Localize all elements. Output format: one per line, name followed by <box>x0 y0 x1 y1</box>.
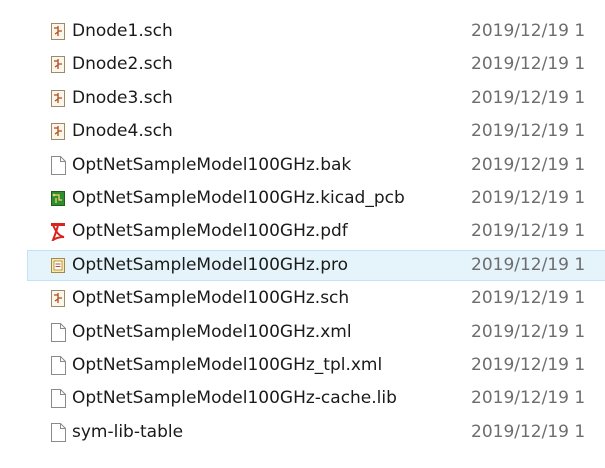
blank-file-icon <box>50 355 66 375</box>
file-name: OptNetSampleModel100GHz.kicad_pcb <box>72 187 405 208</box>
file-date: 2019/12/19 1 <box>471 21 586 41</box>
file-date: 2019/12/19 1 <box>471 87 586 108</box>
file-date: 2019/12/19 1 <box>471 354 586 375</box>
file-date: 2019/12/19 1 <box>471 388 586 409</box>
file-row[interactable]: OptNetSampleModel100GHz-cache.lib 2019/1… <box>0 382 605 415</box>
file-name: OptNetSampleModel100GHz_tpl.xml <box>72 354 383 375</box>
file-date: 2019/12/19 1 <box>471 54 586 75</box>
file-name: Dnode1.sch <box>72 21 173 41</box>
file-date: 2019/12/19 1 <box>471 421 586 442</box>
schematic-icon <box>50 89 66 108</box>
file-row[interactable]: OptNetSampleModel100GHz.bak 2019/12/19 1 <box>0 149 605 182</box>
file-row[interactable]: OptNetSampleModel100GHz.sch 2019/12/19 1 <box>0 282 605 315</box>
file-name: OptNetSampleModel100GHz.xml <box>72 321 352 342</box>
file-date: 2019/12/19 1 <box>471 221 586 242</box>
file-name: OptNetSampleModel100GHz-cache.lib <box>72 388 397 409</box>
blank-file-icon <box>50 422 66 442</box>
file-row[interactable]: OptNetSampleModel100GHz.pdf 2019/12/19 1 <box>0 215 605 248</box>
file-name: sym-lib-table <box>72 421 184 442</box>
file-row[interactable]: OptNetSampleModel100GHz.kicad_pcb 2019/1… <box>0 182 605 215</box>
file-row[interactable]: Dnode3.sch 2019/12/19 1 <box>0 82 605 115</box>
file-name: Dnode3.sch <box>72 87 173 108</box>
blank-file-icon <box>50 389 66 409</box>
file-name: OptNetSampleModel100GHz.bak <box>72 154 352 175</box>
blank-file-icon <box>50 322 66 342</box>
pcb-file-icon <box>50 189 66 208</box>
file-list: Dnode1.sch 2019/12/19 1 Dnode2.sch 2019/… <box>0 0 605 468</box>
project-file-icon <box>50 256 66 275</box>
file-date: 2019/12/19 1 <box>471 254 586 275</box>
schematic-icon <box>50 122 66 141</box>
file-name: OptNetSampleModel100GHz.pro <box>72 254 349 275</box>
schematic-icon <box>50 289 66 308</box>
file-date: 2019/12/19 1 <box>471 121 586 142</box>
file-row[interactable]: Dnode2.sch 2019/12/19 1 <box>0 48 605 81</box>
file-date: 2019/12/19 1 <box>471 187 586 208</box>
pdf-file-icon <box>50 222 66 242</box>
file-row[interactable]: Dnode4.sch 2019/12/19 1 <box>0 115 605 148</box>
schematic-icon <box>50 22 66 41</box>
file-row[interactable]: Dnode1.sch 2019/12/19 1 <box>0 15 605 48</box>
blank-file-icon <box>50 155 66 175</box>
file-name: OptNetSampleModel100GHz.sch <box>72 288 350 309</box>
file-name: Dnode4.sch <box>72 121 173 142</box>
schematic-icon <box>50 55 66 74</box>
file-date: 2019/12/19 1 <box>471 288 586 309</box>
file-row[interactable]: OptNetSampleModel100GHz.xml 2019/12/19 1 <box>0 316 605 349</box>
file-row[interactable]: OptNetSampleModel100GHz.pro 2019/12/19 1 <box>0 249 605 282</box>
file-row[interactable]: OptNetSampleModel100GHz_tpl.xml 2019/12/… <box>0 349 605 382</box>
file-date: 2019/12/19 1 <box>471 154 586 175</box>
file-date: 2019/12/19 1 <box>471 321 586 342</box>
file-row[interactable]: sym-lib-table 2019/12/19 1 <box>0 416 605 449</box>
file-name: Dnode2.sch <box>72 54 173 75</box>
file-name: OptNetSampleModel100GHz.pdf <box>72 221 348 242</box>
